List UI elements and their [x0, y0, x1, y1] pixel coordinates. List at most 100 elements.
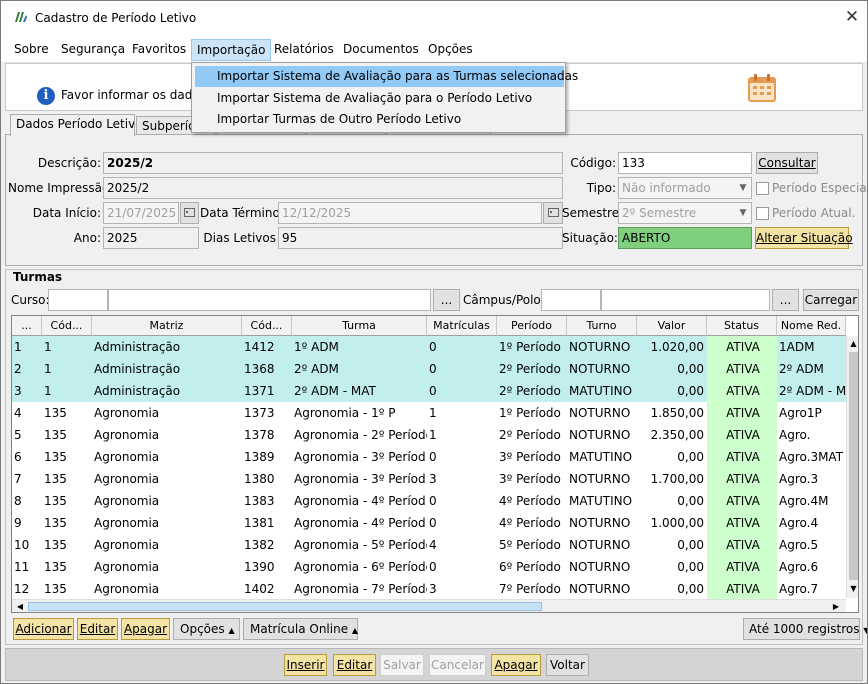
column-header[interactable]: Turma [292, 316, 427, 336]
campus-code-input[interactable] [541, 289, 601, 311]
menu-documentos[interactable]: Documentos [338, 39, 424, 61]
table-row[interactable]: 11 135 Agronomia 1390 Agronomia - 6º Período… [12, 556, 846, 578]
table-row[interactable]: 3 1 Administração 1371 2º ADM - MAT 0 2º Perío… [12, 380, 846, 402]
table-row[interactable]: 2 1 Administração 1368 2º ADM 0 2º Período NOTU… [12, 358, 846, 380]
chevron-down-icon[interactable]: ▼ [735, 178, 751, 198]
tipo-select[interactable]: Não informado [618, 177, 752, 199]
table-cell: 1389 [244, 450, 275, 464]
chevron-down-icon[interactable]: ▼ [735, 203, 751, 223]
table-cell: Agro.7 [779, 582, 819, 596]
campus-lookup-button[interactable]: ... [772, 289, 799, 311]
apagar-grid-button[interactable]: Apagar [121, 618, 170, 640]
table-row[interactable]: 12 135 Agronomia 1402 Agronomia - 7º Período… [12, 578, 846, 599]
codigo-field[interactable]: 133 [618, 152, 752, 174]
dropdown-item-importar-periodo-letivo[interactable]: Importar Sistema de Avaliação para o Per… [195, 88, 564, 109]
menu-seguranca[interactable]: Segurança [56, 39, 130, 61]
column-header[interactable]: Status [707, 316, 777, 336]
date-picker-icon[interactable] [543, 202, 563, 224]
table-cell: 0 [429, 560, 437, 574]
date-picker-icon[interactable] [180, 202, 199, 224]
table-cell: ATIVA [707, 556, 777, 578]
menu-sobre[interactable]: Sobre [9, 39, 54, 61]
periodo-especial-checkbox[interactable] [756, 182, 769, 195]
column-header[interactable]: Cód... [242, 316, 292, 336]
scroll-thumb[interactable] [849, 352, 858, 580]
dias-letivos-field[interactable]: 95 [278, 227, 563, 249]
descricao-field[interactable]: 2025/2 [103, 152, 563, 174]
scroll-arrow-icon[interactable]: ▼ [848, 583, 858, 595]
scroll-arrow-icon[interactable]: ◀ [14, 601, 26, 612]
table-cell: 2º Período [499, 428, 561, 442]
menu-bar: Sobre Segurança Favoritos Importação Rel… [1, 35, 867, 63]
table-cell: 2º Período [499, 384, 561, 398]
column-header[interactable]: Matriz [92, 316, 242, 336]
inserir-button[interactable]: Inserir [284, 654, 327, 676]
column-header[interactable]: Cód... [42, 316, 92, 336]
dropdown-item-importar-turmas-outro-periodo[interactable]: Importar Turmas de Outro Período Letivo [195, 109, 564, 130]
cancelar-button[interactable]: Cancelar [429, 654, 486, 676]
table-cell: Agro1P [779, 406, 822, 420]
table-row[interactable]: 10 135 Agronomia 1382 Agronomia - 5º Período… [12, 534, 846, 556]
tab-dados-periodo-letivo[interactable]: Dados Período Letivo [10, 114, 135, 136]
column-header[interactable]: Turno [567, 316, 637, 336]
table-row[interactable]: 8 135 Agronomia 1383 Agronomia - 4º Períod..… [12, 490, 846, 512]
table-row[interactable]: 6 135 Agronomia 1389 Agronomia - 3º Períod..… [12, 446, 846, 468]
close-icon[interactable]: ✕ [841, 6, 863, 28]
editar-grid-button[interactable]: Editar [77, 618, 118, 640]
data-termino-field[interactable]: 12/12/2025 [278, 202, 542, 224]
apagar-button[interactable]: Apagar [491, 654, 541, 676]
opcoes-button[interactable]: Opções ▲ [173, 618, 240, 640]
curso-lookup-button[interactable]: ... [433, 289, 460, 311]
curso-name-input[interactable] [108, 289, 431, 311]
scroll-thumb[interactable] [28, 602, 542, 611]
table-cell: Agronomia - 5º Período [294, 538, 427, 552]
adicionar-button[interactable]: Adicionar [13, 618, 74, 640]
carregar-button[interactable]: Carregar [803, 289, 859, 311]
scroll-arrow-icon[interactable]: ▲ [848, 338, 858, 350]
scroll-arrow-icon[interactable]: ▶ [830, 601, 842, 612]
table-cell: 3 [429, 472, 437, 486]
column-header[interactable]: Valor [637, 316, 707, 336]
menu-favoritos[interactable]: Favoritos [127, 39, 191, 61]
data-inicio-field[interactable]: 21/07/2025 [103, 202, 179, 224]
semestre-select[interactable]: 2º Semestre [618, 202, 752, 224]
dropdown-item-importar-turmas-selecionadas[interactable]: Importar Sistema de Avaliação para as Tu… [195, 66, 578, 87]
turmas-grid[interactable]: ... Cód... Matriz Cód... Turma Matrícula… [11, 315, 859, 613]
menu-relatorios[interactable]: Relatórios [269, 39, 339, 61]
column-header[interactable]: Nome Red. [777, 316, 846, 336]
footer-bar: Inserir Editar Salvar Cancelar Apagar Vo… [5, 648, 863, 681]
table-cell: 6 [14, 450, 22, 464]
table-row[interactable]: 9 135 Agronomia 1381 Agronomia - 4º Períod..… [12, 512, 846, 534]
turmas-title: Turmas [11, 270, 65, 284]
nome-impressao-label: Nome Impressão: [8, 181, 114, 195]
column-header[interactable]: Matrículas [427, 316, 497, 336]
table-cell: 5 [14, 428, 22, 442]
horizontal-scrollbar[interactable]: ◀ ▶ [12, 599, 846, 612]
limite-registros-select[interactable]: Até 1000 registros ▼ [743, 618, 867, 640]
consultar-button[interactable]: Consultar [756, 152, 818, 174]
table-cell: ATIVA [707, 424, 777, 446]
periodo-atual-checkbox[interactable] [756, 207, 769, 220]
menu-opcoes[interactable]: Opções [423, 39, 478, 61]
ano-field[interactable]: 2025 [103, 227, 199, 249]
menu-importacao[interactable]: Importação [191, 39, 272, 61]
table-cell: Agronomia - 2º Período [294, 428, 427, 442]
salvar-button[interactable]: Salvar [380, 654, 424, 676]
table-row[interactable]: 1 1 Administração 1412 1º ADM 0 1º Período NOTU… [12, 336, 846, 358]
voltar-button[interactable]: Voltar [546, 654, 589, 676]
editar-button[interactable]: Editar [333, 654, 376, 676]
info-icon: i [37, 87, 55, 105]
campus-name-input[interactable] [601, 289, 770, 311]
campus-label: Câmpus/Polo: [463, 293, 545, 307]
column-header[interactable]: Período [497, 316, 567, 336]
alterar-situacao-button[interactable]: Alterar Situação [755, 227, 853, 249]
nome-impressao-field[interactable]: 2025/2 [103, 177, 563, 199]
table-row[interactable]: 4 135 Agronomia 1373 Agronomia - 1º P 1 1º Per… [12, 402, 846, 424]
table-row[interactable]: 7 135 Agronomia 1380 Agronomia - 3º Períod..… [12, 468, 846, 490]
curso-code-input[interactable] [48, 289, 108, 311]
table-cell: Administração [94, 384, 181, 398]
vertical-scrollbar[interactable]: ▲ ▼ [846, 336, 858, 598]
matricula-online-button[interactable]: Matrícula Online ▲ [243, 618, 358, 640]
table-row[interactable]: 5 135 Agronomia 1378 Agronomia - 2º Período 1… [12, 424, 846, 446]
column-header[interactable]: ... [12, 316, 42, 336]
